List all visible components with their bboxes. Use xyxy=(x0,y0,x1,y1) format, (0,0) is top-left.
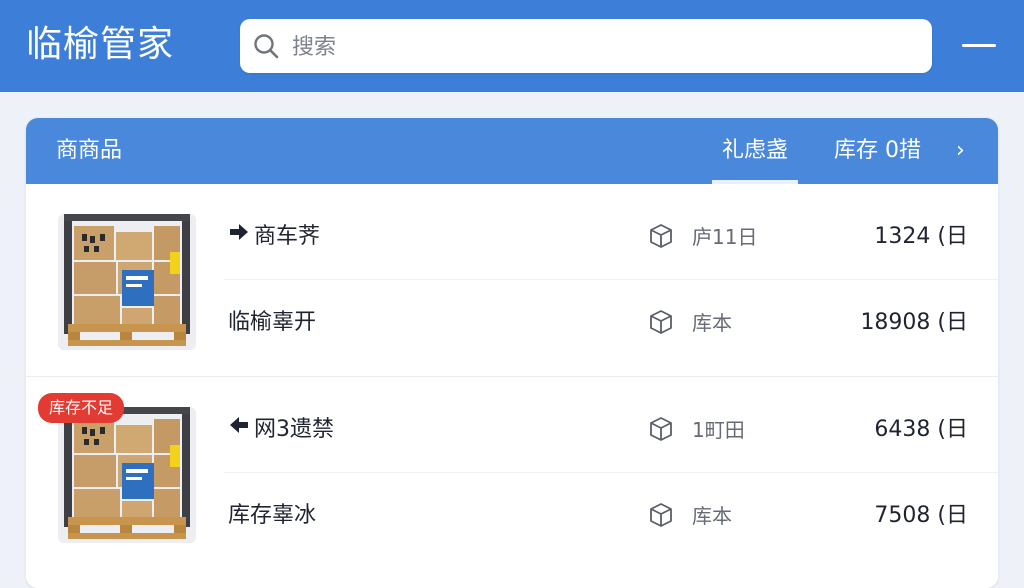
package-icon xyxy=(650,503,672,527)
top-app-bar: 临榆管家 xyxy=(0,0,1024,92)
product-group: 商车荠 庐11日 1324 (日 临榆辜开 库本 18908 (日 xyxy=(26,184,998,376)
product-image[interactable] xyxy=(58,214,196,350)
item-name: 商车荠 xyxy=(254,224,321,249)
low-stock-badge: 库存不足 xyxy=(38,393,125,423)
product-list-card: 商商品 礼虑盏 库存 0措 › 商车荠 庐11日 1324 (日 临榆辜开 库本… xyxy=(26,118,998,588)
tab-active[interactable]: 礼虑盏 xyxy=(712,118,798,184)
search-box[interactable] xyxy=(240,19,932,75)
list-item[interactable]: 临榆辜开 库本 18908 (日 xyxy=(224,280,998,366)
list-item[interactable]: 商车荠 庐11日 1324 (日 xyxy=(224,194,998,280)
section-header: 商商品 礼虑盏 库存 0措 › xyxy=(26,118,998,184)
arrow-right-icon xyxy=(230,224,248,240)
arrow-left-icon xyxy=(230,417,248,433)
item-quantity: 18908 (日 xyxy=(860,310,968,335)
section-title: 商商品 xyxy=(56,138,123,163)
item-name: 库存辜冰 xyxy=(228,503,317,528)
list-item[interactable]: 网3遗禁 1町田 6438 (日 xyxy=(224,387,998,473)
package-icon xyxy=(650,417,672,441)
search-icon xyxy=(254,34,279,59)
list-item[interactable]: 库存辜冰 库本 7508 (日 xyxy=(224,473,998,559)
stock-filter[interactable]: 库存 0措 xyxy=(834,136,921,166)
item-quantity: 1324 (日 xyxy=(874,224,968,249)
menu-icon[interactable] xyxy=(962,30,998,60)
package-icon xyxy=(650,310,672,334)
app-title: 临榆管家 xyxy=(26,24,175,65)
tab-active-label: 礼虑盏 xyxy=(721,138,788,163)
item-meta: 1町田 xyxy=(692,418,745,442)
chevron-right-icon[interactable]: › xyxy=(956,138,965,164)
item-name: 网3遗禁 xyxy=(254,417,334,442)
product-group: 库存不足 网3遗禁 1町田 6438 (日 库存辜冰 库本 7508 (日 xyxy=(26,377,998,569)
item-meta: 库本 xyxy=(692,311,732,335)
pallet-of-boxes-image xyxy=(58,214,196,350)
search-input[interactable] xyxy=(290,19,914,75)
item-quantity: 7508 (日 xyxy=(874,503,968,528)
item-meta: 庐11日 xyxy=(692,225,758,249)
product-image[interactable] xyxy=(58,407,196,543)
pallet-of-boxes-image xyxy=(58,407,196,543)
item-quantity: 6438 (日 xyxy=(874,417,968,442)
item-meta: 库本 xyxy=(692,504,732,528)
package-icon xyxy=(650,224,672,248)
item-name: 临榆辜开 xyxy=(228,310,317,335)
